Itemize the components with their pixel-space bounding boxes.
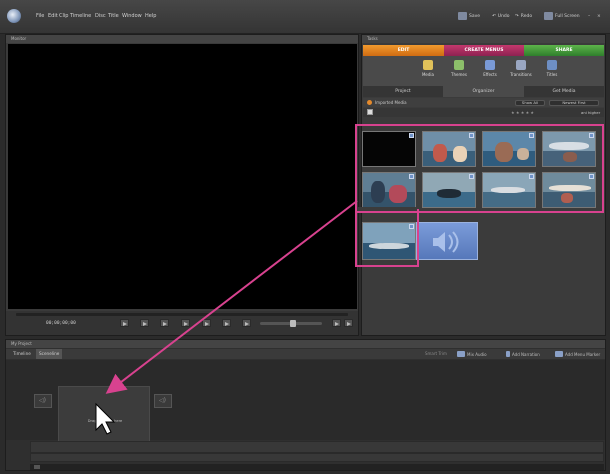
drag-annotation: [95, 200, 358, 435]
mouse-cursor-icon: [95, 402, 116, 435]
drag-arrow: [105, 200, 358, 394]
